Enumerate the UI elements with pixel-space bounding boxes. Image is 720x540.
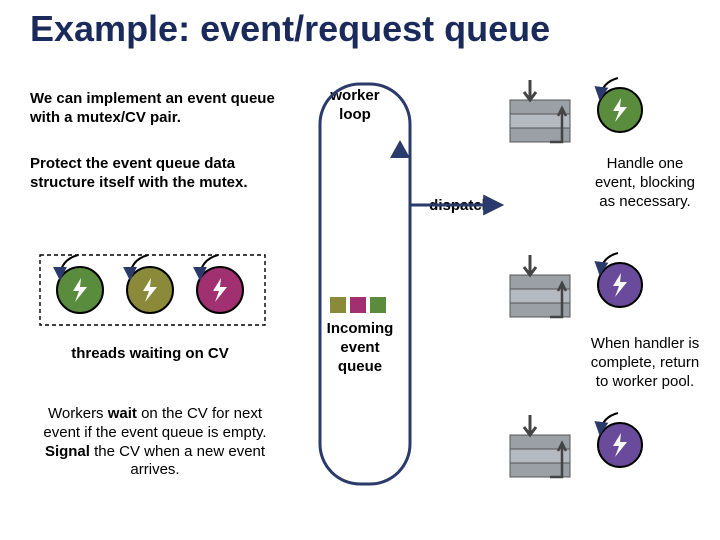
waiting-thread-1 [57,255,103,313]
worker-1 [598,78,642,132]
worker-loop-outline [320,84,410,484]
waiting-thread-2 [127,255,173,313]
queue-glyph-2 [510,255,570,317]
queue-glyph-3 [510,415,570,477]
waiting-thread-3 [197,255,243,313]
queue-glyph-1 [510,80,570,142]
worker-3 [598,413,642,467]
loop-arrowhead [390,140,410,158]
worker-2 [598,253,642,307]
incoming-events [330,297,386,313]
